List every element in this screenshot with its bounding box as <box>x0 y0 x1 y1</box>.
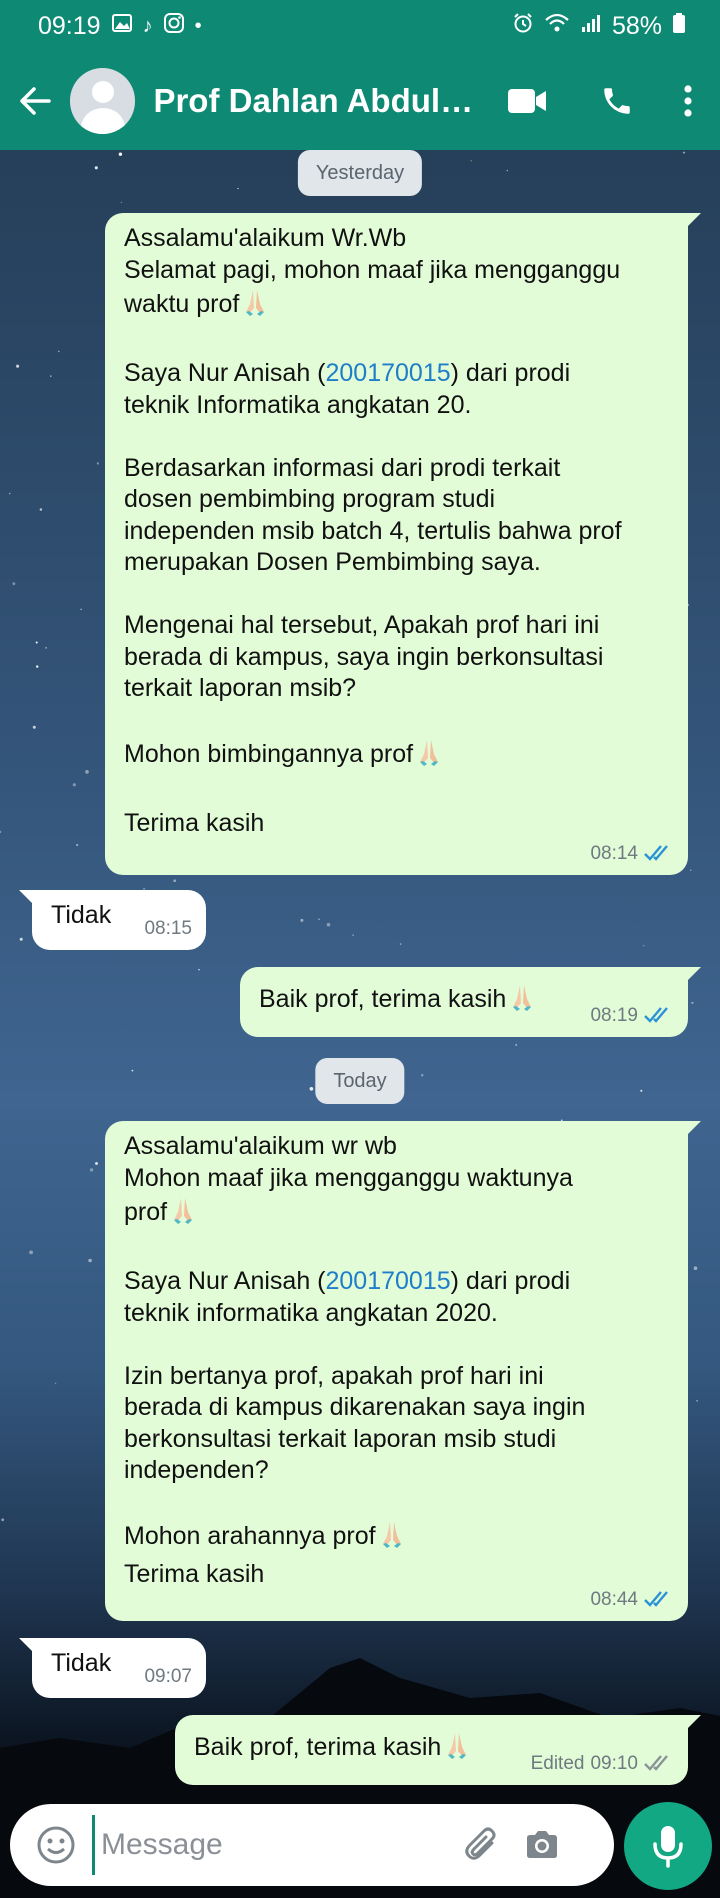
message-meta: 09:07 <box>144 1661 192 1693</box>
message-time: 08:14 <box>590 842 638 864</box>
camera-icon <box>527 1831 557 1858</box>
alarm-icon <box>512 12 534 41</box>
back-button[interactable] <box>4 70 66 132</box>
mic-icon <box>653 1826 683 1868</box>
message-bubble-outgoing[interactable]: Assalamu'alaikum Wr.Wb Selamat pagi, moh… <box>105 213 701 875</box>
battery-percent: 58% <box>611 11 662 40</box>
message-meta: 08:19 <box>590 1000 674 1032</box>
message-time: 08:44 <box>590 1588 638 1610</box>
camera-button[interactable] <box>512 1815 572 1875</box>
phone-number-link[interactable]: 200170015 <box>326 359 451 387</box>
double-check-icon <box>644 1591 668 1608</box>
message-meta: 08:14 <box>590 838 674 870</box>
instagram-notification-icon <box>163 12 185 41</box>
praying-hands-emoji <box>378 1518 406 1559</box>
chat-header: 09:19 ♪ • 58% Prof Dahlan Abdullah <box>0 0 720 150</box>
message-meta: 08:15 <box>144 913 192 945</box>
status-bar: 09:19 ♪ • 58% <box>0 0 720 52</box>
date-separator-today: Today <box>315 1058 405 1104</box>
app-bar: Prof Dahlan Abdullah <box>0 52 720 150</box>
voice-record-button[interactable] <box>624 1802 712 1890</box>
edited-label: Edited <box>530 1752 585 1774</box>
message-meta: Edited 09:10 <box>531 1748 674 1780</box>
message-bubble-incoming[interactable]: Tidak 08:15 <box>19 890 206 950</box>
double-check-icon <box>644 845 668 862</box>
video-call-icon <box>508 89 547 113</box>
phone-icon <box>604 88 630 114</box>
date-separator-yesterday: Yesterday <box>297 150 423 196</box>
attach-button[interactable] <box>452 1815 512 1875</box>
contact-name[interactable]: Prof Dahlan Abdullah <box>153 82 482 120</box>
double-check-icon <box>644 1007 668 1024</box>
signal-icon <box>580 12 602 41</box>
message-input[interactable] <box>92 1815 452 1875</box>
praying-hands-emoji <box>415 736 443 777</box>
emoji-button[interactable] <box>26 1815 86 1875</box>
praying-hands-emoji <box>508 981 536 1022</box>
message-bubble-outgoing[interactable]: Assalamu'alaikum wr wb Mohon maaf jika m… <box>105 1121 701 1621</box>
battery-icon <box>672 12 686 41</box>
message-time: 09:07 <box>144 1665 192 1687</box>
more-options-button[interactable] <box>662 66 714 136</box>
voice-call-button[interactable] <box>572 66 662 136</box>
double-check-icon <box>644 1755 668 1772</box>
status-time: 09:19 <box>38 11 101 40</box>
message-meta: 08:44 <box>590 1584 674 1616</box>
emoji-icon <box>37 1826 75 1864</box>
avatar[interactable] <box>69 68 136 134</box>
chat-area[interactable]: Yesterday Assalamu'alaikum Wr.Wb Selamat… <box>0 150 720 1800</box>
praying-hands-emoji <box>443 1729 471 1770</box>
phone-number-link[interactable]: 200170015 <box>326 1267 451 1295</box>
message-bubble-outgoing[interactable]: Baik prof, terima kasih 08:19 <box>240 967 701 1037</box>
tiktok-notification-icon: ♪ <box>142 14 153 37</box>
attach-icon <box>465 1827 496 1860</box>
message-bubble-outgoing[interactable]: Baik prof, terima kasih Edited 09:10 <box>175 1715 701 1785</box>
video-call-button[interactable] <box>482 66 572 136</box>
message-time: 08:19 <box>590 1004 638 1026</box>
message-bubble-incoming[interactable]: Tidak 09:07 <box>19 1638 206 1698</box>
message-time: 09:10 <box>590 1752 638 1774</box>
message-time: 08:15 <box>144 917 192 939</box>
notification-dot-icon: • <box>194 14 202 37</box>
message-composer <box>10 1804 614 1886</box>
praying-hands-emoji <box>241 286 269 327</box>
back-arrow-icon <box>20 87 51 115</box>
more-vert-icon <box>684 85 692 117</box>
gallery-notification-icon <box>111 12 133 41</box>
praying-hands-emoji <box>169 1194 197 1235</box>
wifi-icon <box>544 12 570 41</box>
